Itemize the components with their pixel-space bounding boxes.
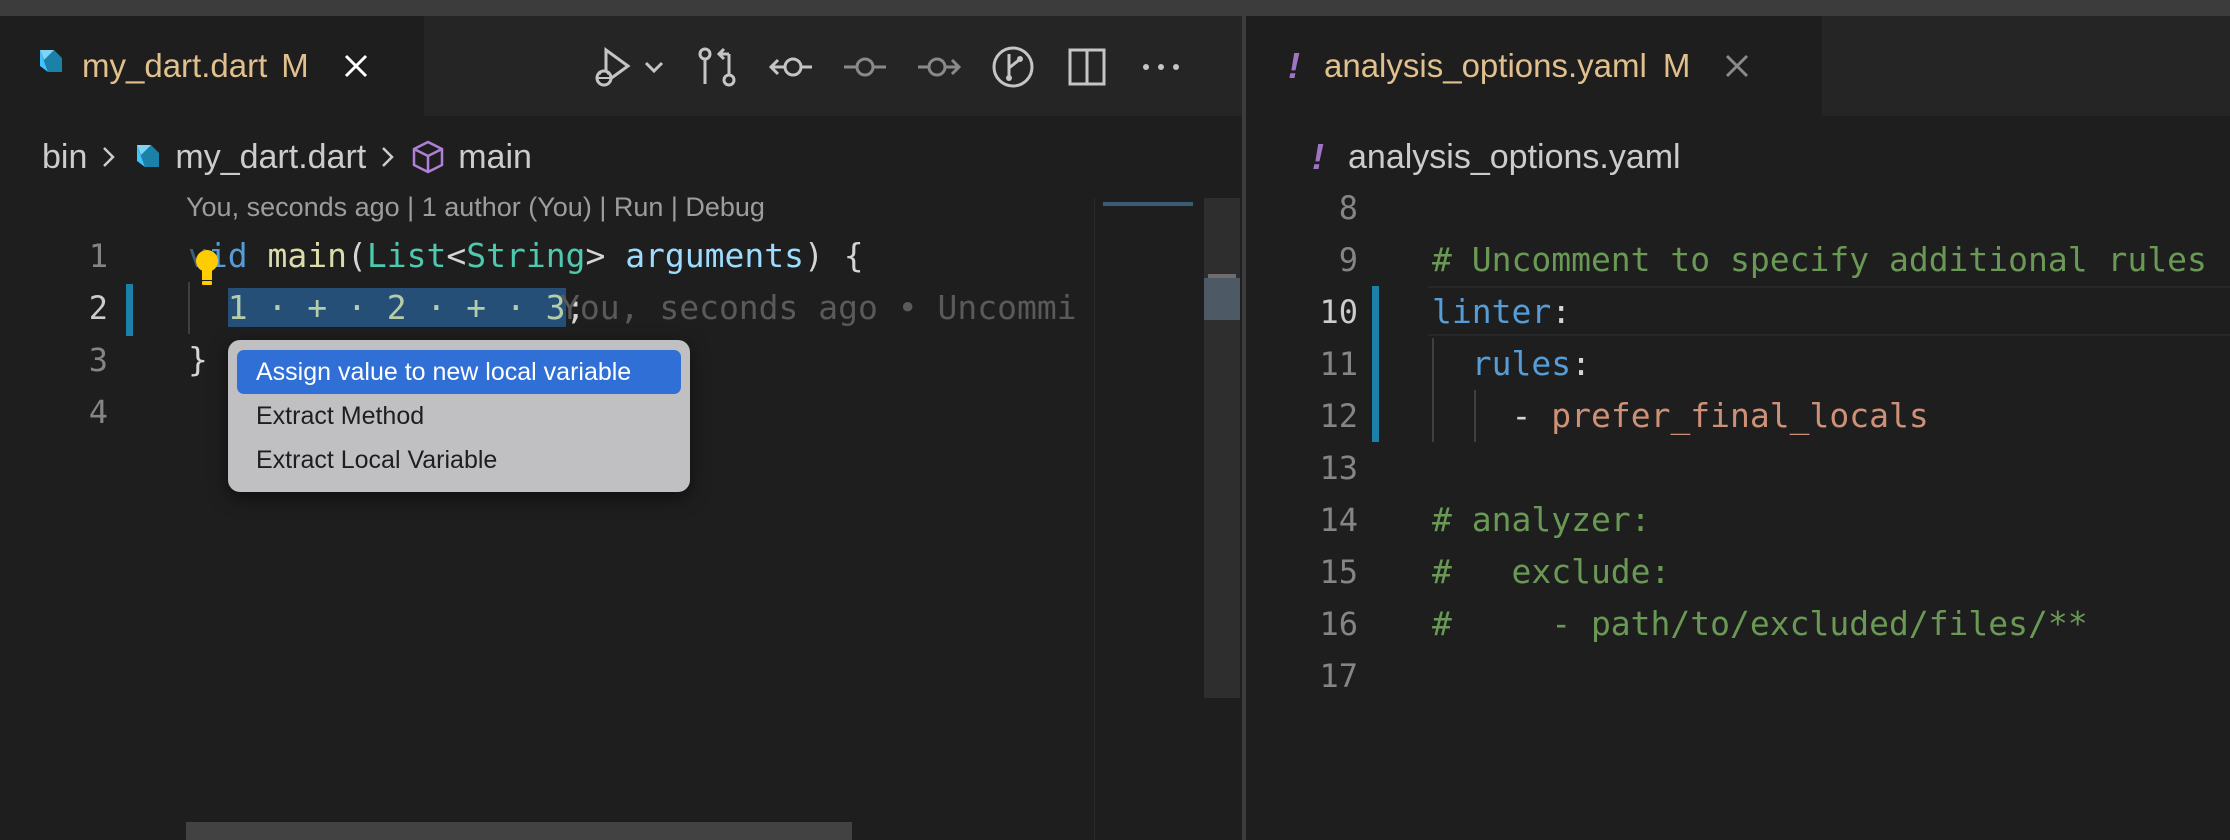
line-number: 15 [1319,553,1358,591]
menu-item-extract-local-variable[interactable]: Extract Local Variable [237,438,681,482]
tab-analysis-options[interactable]: ! analysis_options.yaml M [1246,16,1822,116]
run-debug-icon[interactable] [590,44,636,90]
tab-title: analysis_options.yaml [1324,47,1647,84]
code-text[interactable]: # - path/to/excluded/files/** [1432,598,2088,650]
split-editor-icon[interactable] [1064,44,1110,90]
code-line: 2 1 · + · 2 · + · 3; You, seconds ago • … [0,282,1096,334]
lightbulb-icon[interactable] [194,248,220,288]
git-blame-annotation: You, seconds ago • Uncommi [560,288,1077,327]
line-number: 14 [1319,501,1358,539]
line-number: 3 [88,341,108,379]
tab-my-dart[interactable]: my_dart.dart M [0,16,424,116]
breadcrumb-symbol[interactable]: main [458,138,532,177]
tab-title: my_dart.dart [82,47,268,84]
code-text[interactable]: # Uncomment to specify additional rules [1432,234,2207,286]
next-change-icon[interactable] [916,44,962,90]
previous-change-icon[interactable] [768,44,814,90]
line-number: 1 [88,237,108,275]
symbol-method-icon [410,139,446,175]
line-number: 8 [1338,189,1358,227]
left-editor-group: my_dart.dart M bin my_dart.dart main You… [0,16,1242,840]
right-tab-bar: ! analysis_options.yaml M [1246,16,2230,116]
line-number: 12 [1319,397,1358,435]
code-text[interactable]: - prefer_final_locals [1432,390,1928,442]
line-number: 11 [1319,345,1358,383]
git-graph-icon[interactable] [990,44,1036,90]
quick-fix-menu: Assign value to new local variable Extra… [228,340,690,492]
yaml-file-icon: ! [1288,45,1300,86]
chevron-right-icon [99,144,119,170]
commit-icon[interactable] [842,44,888,90]
yaml-file-icon: ! [1312,136,1324,177]
code-line: 8 [1246,182,2230,234]
minimap[interactable] [1094,198,1204,840]
right-editor-group: ! analysis_options.yaml M ! analysis_opt… [1246,16,2230,840]
menu-item-extract-method[interactable]: Extract Method [237,394,681,438]
line-number: 4 [88,393,108,431]
more-actions-icon[interactable] [1138,44,1184,90]
code-line: 12 - prefer_final_locals [1246,390,2230,442]
code-text[interactable]: linter: [1432,286,1571,338]
scrollbar-thumb[interactable] [1204,278,1240,320]
code-line: 15 # exclude: [1246,546,2230,598]
chevron-right-icon [378,144,398,170]
code-line: 14 # analyzer: [1246,494,2230,546]
code-text[interactable]: 1 · + · 2 · + · 3; [188,282,585,334]
minimap-line [1103,202,1193,206]
breadcrumb-file[interactable]: my_dart.dart [175,138,366,177]
codelens[interactable]: You, seconds ago | 1 author (You) | Run … [186,192,765,223]
code-text[interactable]: vid main(List<String> arguments) { [188,230,864,282]
text-selection: 1 · + · 2 · + · 3 [227,288,566,327]
compare-changes-icon[interactable] [694,44,740,90]
line-number: 13 [1319,449,1358,487]
breadcrumb-file[interactable]: analysis_options.yaml [1348,138,1681,177]
code-line: 1 vid main(List<String> arguments) { [0,230,1096,282]
modified-badge: M [1662,47,1691,84]
close-icon[interactable] [339,49,373,83]
code-text[interactable]: } [188,334,208,386]
chevron-down-icon[interactable] [642,44,666,90]
breadcrumb-folder[interactable]: bin [42,138,87,177]
dart-file-icon [34,46,66,86]
line-number: 9 [1338,241,1358,279]
editor-toolbar [590,44,1212,90]
vertical-scrollbar[interactable] [1204,198,1240,698]
code-line: 11 rules: [1246,338,2230,390]
dart-file-icon [131,141,163,173]
code-text[interactable]: # exclude: [1432,546,1670,598]
menu-item-assign-local-variable[interactable]: Assign value to new local variable [237,350,681,394]
line-number: 17 [1319,657,1358,695]
modified-badge: M [281,47,309,84]
window-title-strip [0,0,2230,16]
indent-guide [188,282,190,334]
code-line: 16 # - path/to/excluded/files/** [1246,598,2230,650]
line-number: 16 [1319,605,1358,643]
horizontal-scrollbar[interactable] [186,822,852,840]
code-line: 10 linter: [1246,286,2230,338]
left-tab-bar: my_dart.dart M [0,16,1242,116]
breadcrumb: bin my_dart.dart main [0,116,1242,198]
line-number: 10 [1319,293,1358,331]
code-text[interactable]: # analyzer: [1432,494,1651,546]
code-text[interactable]: rules: [1432,338,1591,390]
code-line: 13 [1246,442,2230,494]
line-number: 2 [88,289,108,327]
close-icon[interactable] [1720,49,1754,83]
code-line: 17 [1246,650,2230,702]
code-line: 9 # Uncomment to specify additional rule… [1246,234,2230,286]
